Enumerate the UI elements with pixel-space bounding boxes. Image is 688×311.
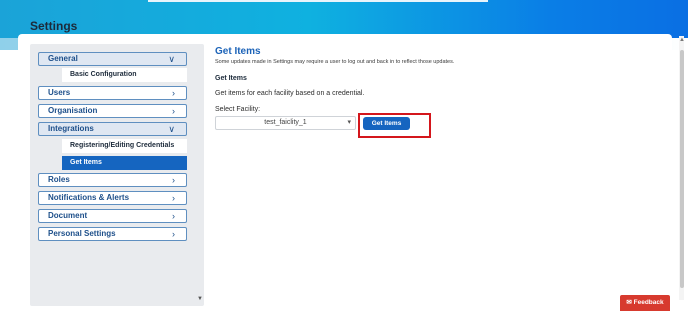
sidebar-item-users[interactable]: Users › [38, 86, 187, 100]
sidebar-item-label: Users [48, 88, 71, 97]
facility-select-value: test_faiclity_1 [264, 119, 307, 126]
chevron-right-icon: › [172, 193, 175, 203]
sidebar-item-organisation[interactable]: Organisation › [38, 104, 187, 118]
facility-select[interactable]: test_faiclity_1 ▾ [215, 116, 356, 130]
chevron-down-icon: ▾ [347, 119, 351, 126]
sidebar-item-notifications[interactable]: Notifications & Alerts › [38, 191, 187, 205]
sidebar-item-label: Roles [48, 175, 70, 184]
sidebar-subitem-get-items[interactable]: Get Items [62, 156, 187, 170]
main-title: Get Items [215, 46, 261, 57]
page-scroll-thumb[interactable] [680, 50, 684, 288]
sidebar-item-label: Document [48, 211, 88, 220]
chevron-down-icon: ∨ [168, 54, 175, 64]
top-bar-strip [148, 0, 488, 2]
feedback-button[interactable]: ✉ Feedback [620, 295, 670, 311]
sidebar-item-general[interactable]: General ∨ [38, 52, 187, 66]
sidebar-item-document[interactable]: Document › [38, 209, 187, 223]
sidebar-subitem-basic-configuration[interactable]: Basic Configuration [62, 68, 187, 82]
top-banner [0, 0, 688, 38]
sidebar-subitem-registering-credentials[interactable]: Registering/Editing Credentials [62, 139, 187, 153]
sidebar-scroll-down-icon[interactable]: ▼ [197, 296, 203, 302]
section-description: Get items for each facility based on a c… [215, 90, 365, 97]
section-title: Get Items [215, 75, 247, 82]
chevron-right-icon: › [172, 229, 175, 239]
chevron-right-icon: › [172, 211, 175, 221]
page-title: Settings [30, 19, 78, 33]
chevron-down-icon: ∨ [168, 124, 175, 134]
sidebar-item-roles[interactable]: Roles › [38, 173, 187, 187]
sidebar-item-label: Notifications & Alerts [48, 193, 130, 202]
chat-icon: ✉ [626, 299, 634, 306]
sidebar-item-label: Personal Settings [48, 229, 116, 238]
sidebar-item-personal-settings[interactable]: Personal Settings › [38, 227, 187, 241]
sidebar-item-label: Organisation [48, 106, 98, 115]
get-items-button[interactable]: Get Items [363, 117, 410, 130]
chevron-right-icon: › [172, 175, 175, 185]
chevron-right-icon: › [172, 106, 175, 116]
settings-notice: Some updates made in Settings may requir… [215, 59, 455, 65]
facility-label: Select Facility: [215, 106, 261, 113]
sidebar-item-label: Integrations [48, 124, 94, 133]
chevron-right-icon: › [172, 88, 175, 98]
sidebar-item-label: General [48, 54, 78, 63]
feedback-label: Feedback [633, 299, 664, 306]
scroll-up-icon[interactable]: ▲ [679, 37, 685, 43]
sidebar-item-integrations[interactable]: Integrations ∨ [38, 122, 187, 136]
